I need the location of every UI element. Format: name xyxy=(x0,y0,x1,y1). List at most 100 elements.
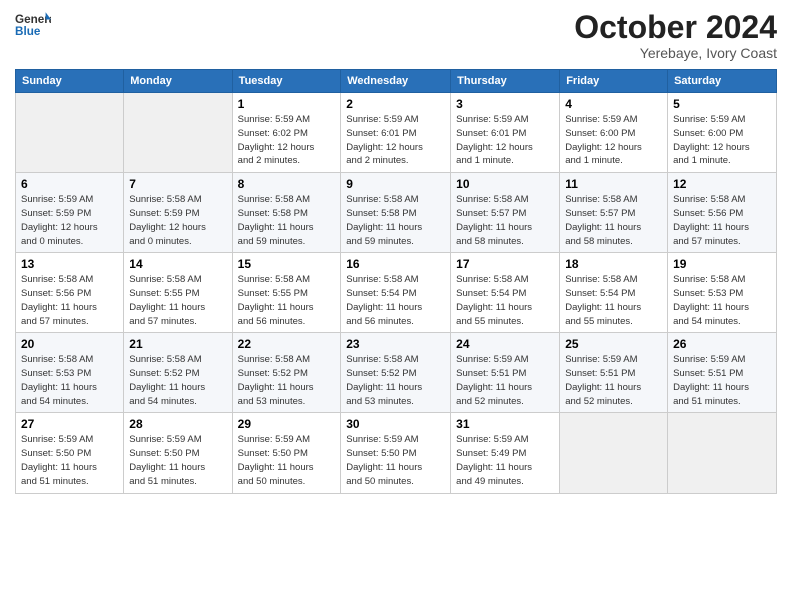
day-info: Sunrise: 5:59 AMSunset: 5:50 PMDaylight:… xyxy=(346,433,445,488)
day-cell: 5Sunrise: 5:59 AMSunset: 6:00 PMDaylight… xyxy=(668,93,777,173)
logo: General Blue xyxy=(15,10,53,38)
day-cell: 11 Sunrise: 5:58 AMSunset: 5:57 PMDayligh… xyxy=(560,173,668,253)
day-info: Sunrise: 5:59 AMSunset: 6:01 PMDaylight:… xyxy=(346,113,445,168)
day-number: 12 xyxy=(673,177,771,191)
day-number: 17 xyxy=(456,257,554,271)
weekday-header-row: Sunday Monday Tuesday Wednesday Thursday… xyxy=(16,70,777,93)
day-number: 19 xyxy=(673,257,771,271)
week-row-4: 20Sunrise: 5:58 AMSunset: 5:53 PMDayligh… xyxy=(16,333,777,413)
page: General Blue October 2024 Yerebaye, Ivor… xyxy=(0,0,792,504)
calendar-table: Sunday Monday Tuesday Wednesday Thursday… xyxy=(15,69,777,493)
day-number: 21 xyxy=(129,337,226,351)
week-row-5: 27 Sunrise: 5:59 AMSunset: 5:50 PMDayligh… xyxy=(16,413,777,493)
day-info: Sunrise: 5:58 AMSunset: 5:55 PMDaylight:… xyxy=(129,273,226,328)
header-saturday: Saturday xyxy=(668,70,777,93)
day-cell: 16 Sunrise: 5:58 AMSunset: 5:54 PMDayligh… xyxy=(341,253,451,333)
day-cell: 3 Sunrise: 5:59 AMSunset: 6:01 PMDaylight… xyxy=(451,93,560,173)
day-number: 29 xyxy=(238,417,336,431)
day-info: Sunrise: 5:58 AMSunset: 5:54 PMDaylight:… xyxy=(565,273,662,328)
day-number: 25 xyxy=(565,337,662,351)
day-info: Sunrise: 5:59 AMSunset: 5:50 PMDaylight:… xyxy=(238,433,336,488)
day-info: Sunrise: 5:58 AMSunset: 5:58 PMDaylight:… xyxy=(346,193,445,248)
day-number: 15 xyxy=(238,257,336,271)
day-info: Sunrise: 5:58 AMSunset: 5:52 PMDaylight:… xyxy=(129,353,226,408)
day-info: Sunrise: 5:58 AMSunset: 5:55 PMDaylight:… xyxy=(238,273,336,328)
day-info: Sunrise: 5:59 AMSunset: 6:00 PMDaylight:… xyxy=(565,113,662,168)
day-info: Sunrise: 5:59 AMSunset: 5:51 PMDaylight:… xyxy=(673,353,771,408)
day-cell: 24 Sunrise: 5:59 AMSunset: 5:51 PMDayligh… xyxy=(451,333,560,413)
day-cell: 2 Sunrise: 5:59 AMSunset: 6:01 PMDaylight… xyxy=(341,93,451,173)
header-sunday: Sunday xyxy=(16,70,124,93)
day-info: Sunrise: 5:58 AMSunset: 5:52 PMDaylight:… xyxy=(238,353,336,408)
day-info: Sunrise: 5:59 AMSunset: 5:50 PMDaylight:… xyxy=(129,433,226,488)
day-cell: 10 Sunrise: 5:58 AMSunset: 5:57 PMDayligh… xyxy=(451,173,560,253)
svg-text:Blue: Blue xyxy=(15,25,41,38)
day-cell xyxy=(668,413,777,493)
day-cell: 4 Sunrise: 5:59 AMSunset: 6:00 PMDaylight… xyxy=(560,93,668,173)
day-cell: 7 Sunrise: 5:58 AMSunset: 5:59 PMDaylight… xyxy=(124,173,232,253)
day-info: Sunrise: 5:59 AMSunset: 5:49 PMDaylight:… xyxy=(456,433,554,488)
day-cell: 1 Sunrise: 5:59 AMSunset: 6:02 PMDaylight… xyxy=(232,93,341,173)
day-number: 5 xyxy=(673,97,771,111)
location-subtitle: Yerebaye, Ivory Coast xyxy=(574,45,777,61)
day-info: Sunrise: 5:58 AMSunset: 5:57 PMDaylight:… xyxy=(456,193,554,248)
day-cell: 12Sunrise: 5:58 AMSunset: 5:56 PMDayligh… xyxy=(668,173,777,253)
day-number: 11 xyxy=(565,177,662,191)
day-cell: 17Sunrise: 5:58 AMSunset: 5:54 PMDayligh… xyxy=(451,253,560,333)
day-cell xyxy=(560,413,668,493)
day-cell: 27 Sunrise: 5:59 AMSunset: 5:50 PMDayligh… xyxy=(16,413,124,493)
header-row: General Blue October 2024 Yerebaye, Ivor… xyxy=(15,10,777,61)
day-info: Sunrise: 5:58 AMSunset: 5:53 PMDaylight:… xyxy=(21,353,118,408)
day-cell: 13Sunrise: 5:58 AMSunset: 5:56 PMDayligh… xyxy=(16,253,124,333)
day-cell: 21 Sunrise: 5:58 AMSunset: 5:52 PMDayligh… xyxy=(124,333,232,413)
day-info: Sunrise: 5:59 AMSunset: 5:51 PMDaylight:… xyxy=(456,353,554,408)
header-tuesday: Tuesday xyxy=(232,70,341,93)
day-cell: 8 Sunrise: 5:58 AMSunset: 5:58 PMDaylight… xyxy=(232,173,341,253)
day-number: 4 xyxy=(565,97,662,111)
day-number: 1 xyxy=(238,97,336,111)
day-number: 26 xyxy=(673,337,771,351)
header-wednesday: Wednesday xyxy=(341,70,451,93)
day-cell xyxy=(124,93,232,173)
day-number: 7 xyxy=(129,177,226,191)
title-block: October 2024 Yerebaye, Ivory Coast xyxy=(574,10,777,61)
calendar-body: 1 Sunrise: 5:59 AMSunset: 6:02 PMDaylight… xyxy=(16,93,777,493)
day-info: Sunrise: 5:58 AMSunset: 5:54 PMDaylight:… xyxy=(346,273,445,328)
header-friday: Friday xyxy=(560,70,668,93)
day-number: 31 xyxy=(456,417,554,431)
day-number: 13 xyxy=(21,257,118,271)
day-number: 16 xyxy=(346,257,445,271)
day-cell: 18 Sunrise: 5:58 AMSunset: 5:54 PMDayligh… xyxy=(560,253,668,333)
day-number: 27 xyxy=(21,417,118,431)
day-info: Sunrise: 5:59 AMSunset: 5:50 PMDaylight:… xyxy=(21,433,118,488)
day-number: 22 xyxy=(238,337,336,351)
week-row-2: 6Sunrise: 5:59 AMSunset: 5:59 PMDaylight… xyxy=(16,173,777,253)
day-info: Sunrise: 5:58 AMSunset: 5:58 PMDaylight:… xyxy=(238,193,336,248)
day-info: Sunrise: 5:59 AMSunset: 6:02 PMDaylight:… xyxy=(238,113,336,168)
day-info: Sunrise: 5:58 AMSunset: 5:59 PMDaylight:… xyxy=(129,193,226,248)
day-info: Sunrise: 5:58 AMSunset: 5:57 PMDaylight:… xyxy=(565,193,662,248)
day-number: 23 xyxy=(346,337,445,351)
day-info: Sunrise: 5:59 AMSunset: 5:51 PMDaylight:… xyxy=(565,353,662,408)
day-number: 3 xyxy=(456,97,554,111)
day-number: 18 xyxy=(565,257,662,271)
day-cell: 23Sunrise: 5:58 AMSunset: 5:52 PMDayligh… xyxy=(341,333,451,413)
day-number: 8 xyxy=(238,177,336,191)
day-cell: 15 Sunrise: 5:58 AMSunset: 5:55 PMDayligh… xyxy=(232,253,341,333)
day-cell: 29 Sunrise: 5:59 AMSunset: 5:50 PMDayligh… xyxy=(232,413,341,493)
day-number: 14 xyxy=(129,257,226,271)
day-number: 2 xyxy=(346,97,445,111)
day-cell: 6Sunrise: 5:59 AMSunset: 5:59 PMDaylight… xyxy=(16,173,124,253)
day-cell: 22 Sunrise: 5:58 AMSunset: 5:52 PMDayligh… xyxy=(232,333,341,413)
day-cell: 30Sunrise: 5:59 AMSunset: 5:50 PMDayligh… xyxy=(341,413,451,493)
day-cell: 25 Sunrise: 5:59 AMSunset: 5:51 PMDayligh… xyxy=(560,333,668,413)
day-cell: 31 Sunrise: 5:59 AMSunset: 5:49 PMDayligh… xyxy=(451,413,560,493)
logo-icon: General Blue xyxy=(15,10,51,38)
day-number: 10 xyxy=(456,177,554,191)
week-row-3: 13Sunrise: 5:58 AMSunset: 5:56 PMDayligh… xyxy=(16,253,777,333)
day-cell: 26 Sunrise: 5:59 AMSunset: 5:51 PMDayligh… xyxy=(668,333,777,413)
day-number: 24 xyxy=(456,337,554,351)
day-info: Sunrise: 5:59 AMSunset: 6:01 PMDaylight:… xyxy=(456,113,554,168)
day-cell: 19Sunrise: 5:58 AMSunset: 5:53 PMDayligh… xyxy=(668,253,777,333)
day-cell: 14 Sunrise: 5:58 AMSunset: 5:55 PMDayligh… xyxy=(124,253,232,333)
